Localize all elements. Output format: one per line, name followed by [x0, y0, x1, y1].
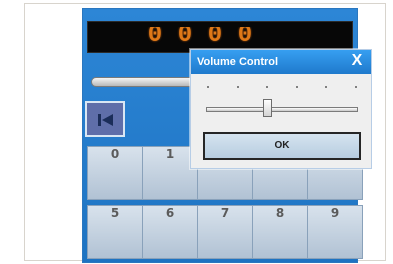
previous-icon-triangle [102, 114, 113, 126]
volume-slider-track[interactable] [206, 107, 358, 112]
volume-tick [236, 86, 239, 88]
previous-icon-bar [98, 114, 101, 126]
key-6[interactable]: 6 [142, 205, 198, 259]
ok-button[interactable]: OK [203, 132, 361, 160]
key-9[interactable]: 9 [307, 205, 363, 259]
key-7[interactable]: 7 [197, 205, 253, 259]
volume-tick [295, 86, 298, 88]
counter-digit: 0 [177, 27, 194, 47]
volume-slider-thumb[interactable] [263, 99, 272, 117]
volume-tick [325, 86, 328, 88]
volume-tick [354, 86, 357, 88]
previous-button[interactable] [85, 101, 125, 137]
key-5[interactable]: 5 [87, 205, 143, 259]
device-panel: 0 0 0 0 0 1 2 3 4 5 6 7 8 9 [82, 8, 372, 263]
key-0[interactable]: 0 [87, 146, 143, 200]
counter-digit: 0 [147, 27, 164, 47]
counter-digits: 0 0 0 0 [142, 27, 272, 47]
key-8[interactable]: 8 [252, 205, 308, 259]
volume-slider-group [198, 86, 366, 126]
volume-tick [207, 86, 209, 88]
dialog-title: Volume Control [191, 50, 371, 74]
close-icon: X [351, 52, 363, 69]
counter-digit: 0 [207, 27, 224, 47]
volume-tick [266, 86, 269, 88]
screenshot-frame: 0 0 0 0 0 1 2 3 4 5 6 7 8 9 [24, 3, 386, 263]
counter-digit: 0 [237, 27, 254, 47]
close-button[interactable]: X [347, 51, 367, 71]
previous-icon [98, 114, 114, 126]
volume-ticks [207, 86, 357, 92]
volume-control-dialog: Volume Control X OK [190, 49, 372, 169]
